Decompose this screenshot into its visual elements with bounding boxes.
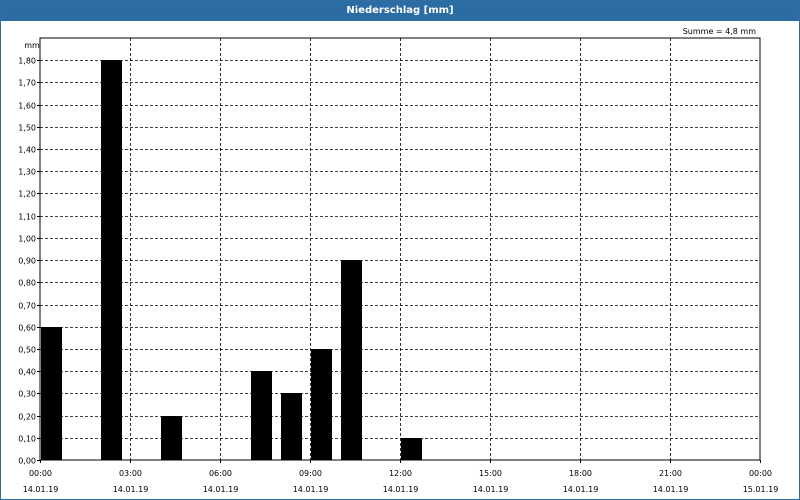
precipitation-bar — [41, 327, 62, 460]
x-tick-date-label: 14.01.19 — [113, 485, 149, 494]
precipitation-bar — [311, 349, 332, 460]
y-tick-label: 1,10 — [18, 213, 36, 222]
y-tick-label: 1,40 — [18, 146, 36, 155]
grid — [39, 37, 761, 461]
x-tick-date-label: 14.01.19 — [203, 485, 239, 494]
y-tick-label: 0,80 — [18, 279, 36, 288]
sum-annotation: Summe = 4,8 mm — [683, 27, 757, 36]
y-axis-label: mm — [24, 41, 40, 50]
x-tick-date-label: 14.01.19 — [473, 485, 509, 494]
x-tick-time-label: 00:00 — [749, 469, 772, 478]
x-tick-time-label: 15:00 — [479, 469, 502, 478]
x-tick-date-label: 14.01.19 — [23, 485, 59, 494]
x-tick-time-label: 06:00 — [209, 469, 232, 478]
y-tick-label: 0,60 — [18, 324, 36, 333]
x-tick-time-label: 12:00 — [389, 469, 412, 478]
y-tick-label: 0,20 — [18, 413, 36, 422]
y-tick-label: 0,70 — [18, 302, 36, 311]
y-tick-label: 0,50 — [18, 346, 36, 355]
precipitation-bar — [101, 60, 122, 460]
x-tick-time-label: 03:00 — [119, 469, 142, 478]
x-tick-date-label: 14.01.19 — [563, 485, 599, 494]
y-tick-label: 1,30 — [18, 168, 36, 177]
y-tick-label: 1,20 — [18, 190, 36, 199]
y-tick-label: 1,00 — [18, 235, 36, 244]
precipitation-bar — [281, 393, 302, 460]
x-tick-time-label: 18:00 — [569, 469, 592, 478]
precipitation-bar — [161, 416, 182, 460]
y-tick-label: 0,00 — [18, 457, 36, 466]
y-tick-label: 1,70 — [18, 79, 36, 88]
x-tick-date-label: 15.01.19 — [743, 485, 779, 494]
y-tick-label: 0,10 — [18, 435, 36, 444]
precipitation-bar — [251, 371, 272, 460]
precipitation-bar — [401, 438, 422, 460]
y-tick-label: 0,30 — [18, 390, 36, 399]
x-tick-date-label: 14.01.19 — [383, 485, 419, 494]
y-tick-label: 1,60 — [18, 102, 36, 111]
y-tick-label: 1,80 — [18, 57, 36, 66]
y-tick-label: 0,90 — [18, 257, 36, 266]
x-tick-date-label: 14.01.19 — [293, 485, 329, 494]
x-tick-date-label: 14.01.19 — [653, 485, 689, 494]
precipitation-bar — [341, 260, 362, 460]
precipitation-chart: 0,00 0,10 0,20 0,30 0,40 0,50 0,60 0,70 0,80 0,90… — [18, 27, 779, 494]
y-tick-label: 0,40 — [18, 368, 36, 377]
plot-area — [39, 37, 761, 461]
x-tick-time-label: 21:00 — [659, 469, 682, 478]
x-tick-time-label: 09:00 — [299, 469, 322, 478]
x-tick-time-label: 00:00 — [29, 469, 52, 478]
y-tick-label: 1,50 — [18, 124, 36, 133]
